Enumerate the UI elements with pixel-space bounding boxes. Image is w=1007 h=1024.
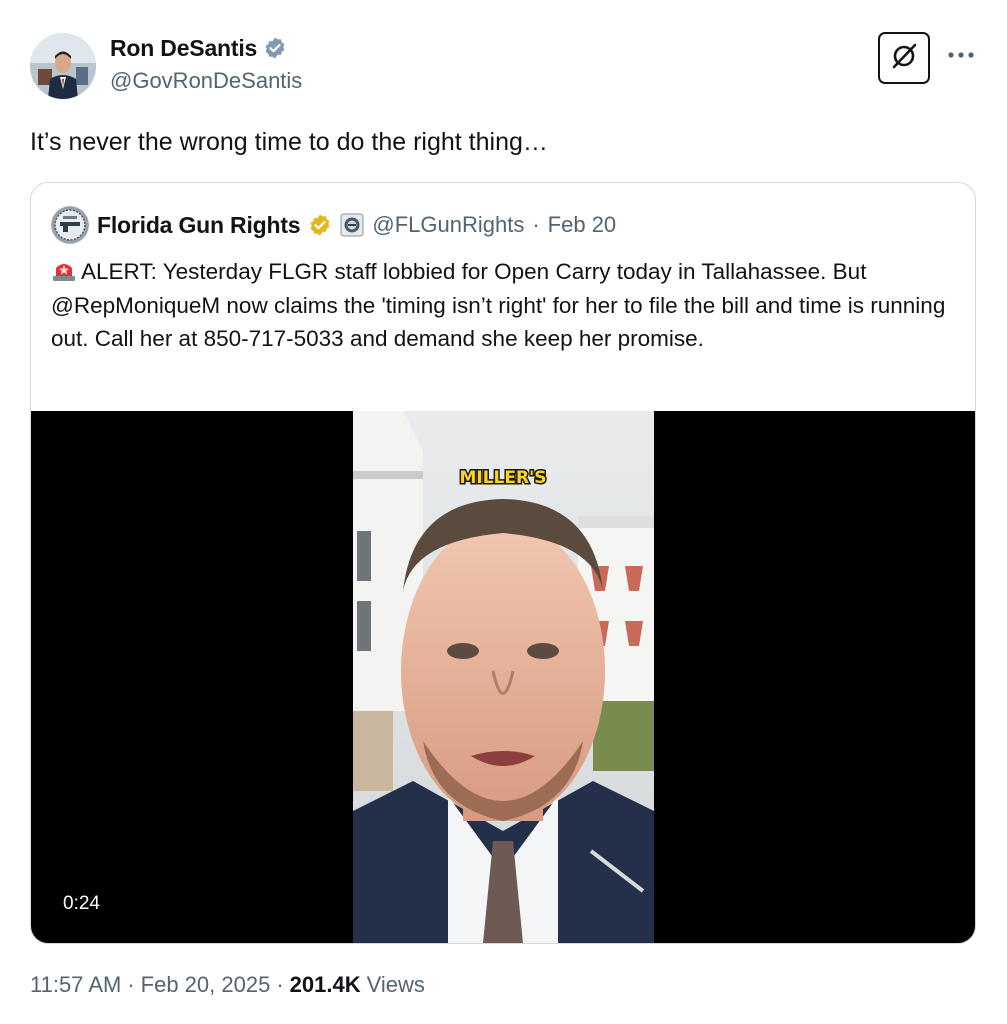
tweet-text: It’s never the wrong time to do the righ… bbox=[30, 128, 548, 156]
grok-button[interactable] bbox=[878, 32, 930, 84]
separator-dot: · bbox=[127, 972, 135, 997]
grok-icon bbox=[889, 41, 919, 76]
tweet-date[interactable]: Feb 20, 2025 bbox=[141, 972, 271, 998]
quoted-tweet-date[interactable]: Feb 20 bbox=[548, 212, 617, 238]
verified-badge-gold-icon[interactable] bbox=[308, 213, 332, 238]
separator-dot: · bbox=[532, 212, 540, 237]
views-count[interactable]: 201.4K bbox=[290, 972, 361, 998]
quoted-author-name[interactable]: Florida Gun Rights bbox=[97, 212, 301, 239]
quoted-tweet-card[interactable]: Florida Gun Rights @FLGunRights · Feb 20 bbox=[30, 182, 976, 944]
author-name[interactable]: Ron DeSantis bbox=[110, 35, 257, 62]
quoted-author-handle[interactable]: @FLGunRights bbox=[372, 212, 524, 238]
org-affiliate-icon[interactable] bbox=[340, 213, 364, 238]
quoted-tweet-header: Florida Gun Rights @FLGunRights · Feb 20 bbox=[51, 206, 617, 244]
views-label: Views bbox=[366, 972, 425, 997]
author-block: Ron DeSantis @GovRonDeSantis bbox=[110, 32, 302, 94]
tweet-time[interactable]: 11:57 AM bbox=[30, 972, 121, 998]
video-player[interactable]: MILLER'S 0:24 bbox=[31, 411, 975, 943]
video-duration: 0:24 bbox=[63, 893, 100, 914]
tweet-metadata: 11:57 AM · Feb 20, 2025 · 201.4K Views bbox=[30, 972, 425, 998]
video-thumbnail: MILLER'S bbox=[353, 411, 654, 943]
author-avatar[interactable] bbox=[30, 33, 96, 99]
author-handle[interactable]: @GovRonDeSantis bbox=[110, 68, 302, 94]
rotating-light-emoji-icon bbox=[51, 258, 77, 282]
video-caption: MILLER'S bbox=[459, 468, 546, 488]
more-options-button[interactable] bbox=[944, 40, 978, 70]
verified-badge-gray-icon[interactable] bbox=[263, 36, 287, 60]
quoted-tweet-text: ALERT: Yesterday FLGR staff lobbied for … bbox=[51, 259, 946, 351]
separator-dot: · bbox=[276, 972, 284, 997]
quoted-tweet-text-block: ALERT: Yesterday FLGR staff lobbied for … bbox=[51, 255, 951, 356]
more-options-icon bbox=[947, 46, 975, 64]
quoted-author-avatar[interactable] bbox=[51, 206, 89, 244]
